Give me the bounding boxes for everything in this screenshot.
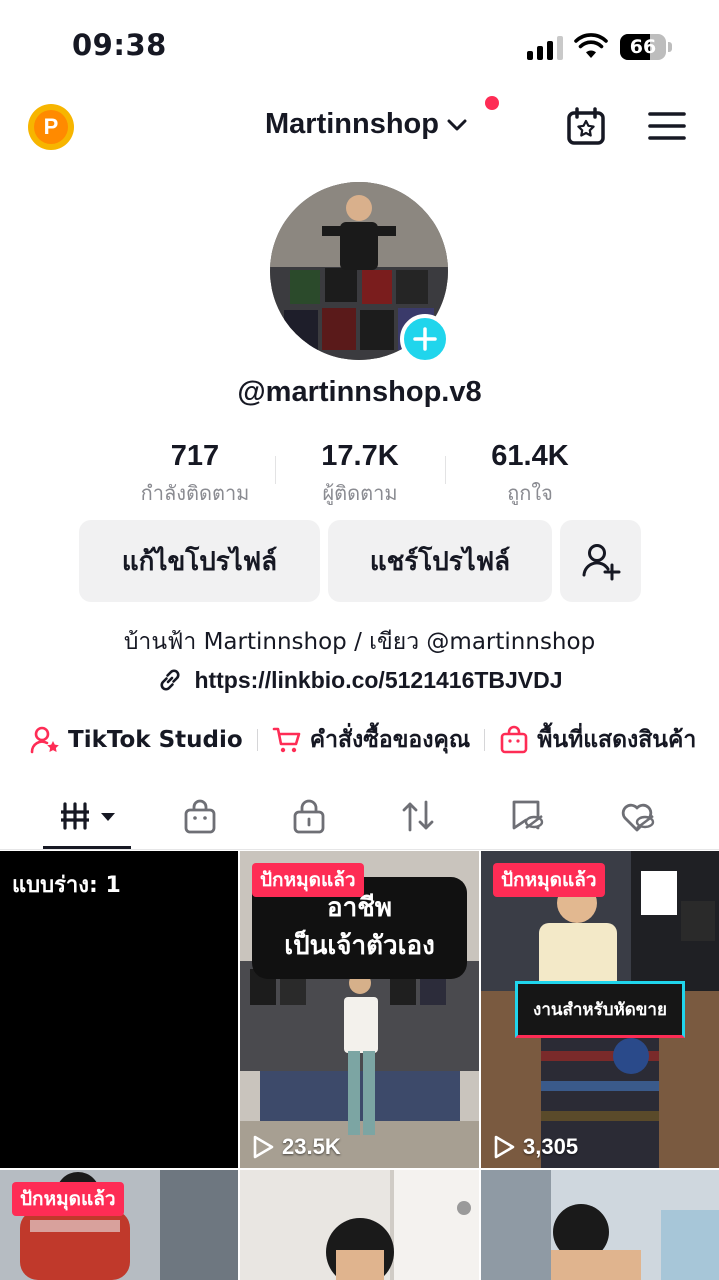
wifi-icon (574, 33, 608, 58)
likes-count: 61.4K (491, 440, 569, 472)
tab-shop[interactable] (180, 796, 220, 836)
pinned-badge: ปักหมุดแล้ว (252, 863, 364, 897)
view-count: 23.5K (252, 1134, 341, 1160)
private-lock-icon (293, 799, 325, 834)
caption-line: เป็นเจ้าตัวเอง (284, 931, 435, 961)
favorites-hidden-icon (512, 800, 544, 830)
shortcut-divider (256, 729, 258, 751)
status-time: 09:38 (72, 28, 167, 62)
tab-private[interactable] (289, 796, 329, 836)
repost-icon (402, 800, 434, 832)
drafts-tile[interactable]: แบบร่าง: 1 (0, 851, 238, 1168)
link-icon (160, 669, 180, 691)
following-stat[interactable]: 717 กำลังติดตาม (110, 440, 280, 509)
bio-link-text: https://linkbio.co/5121416TBJVDJ (194, 666, 563, 693)
video-thumbnail (481, 1170, 719, 1280)
bio-link[interactable]: https://linkbio.co/5121416TBJVDJ (0, 666, 719, 694)
profile-tabs (0, 784, 719, 850)
followers-stat[interactable]: 17.7K ผู้ติดตาม (275, 440, 445, 509)
pinned-badge: ปักหมุดแล้ว (12, 1182, 124, 1216)
account-switcher[interactable]: Martinnshop (265, 108, 469, 141)
followers-label: ผู้ติดตาม (322, 481, 398, 505)
add-story-button[interactable] (400, 314, 450, 364)
add-user-icon (582, 544, 620, 581)
followers-count: 17.7K (321, 440, 399, 472)
drafts-label: แบบร่าง: 1 (12, 873, 121, 898)
video-tile[interactable]: อาชีพ เป็นเจ้าตัวเอง ปักหมุดแล้ว 23.5K (240, 851, 479, 1168)
video-tile[interactable] (240, 1170, 479, 1280)
status-bar: 09:38 66 (0, 0, 719, 90)
videos-grid-icon (61, 802, 115, 830)
profile-stats: 717 กำลังติดตาม 17.7K ผู้ติดตาม 61.4K ถู… (110, 440, 610, 506)
tab-reposts[interactable] (398, 796, 438, 836)
pinned-badge: ปักหมุดแล้ว (493, 863, 605, 897)
chevron-down-icon (447, 119, 467, 130)
tiktok-studio-shortcut[interactable]: TikTok Studio (30, 725, 243, 755)
username: @martinnshop.v8 (237, 376, 482, 408)
cart-icon (272, 727, 301, 753)
creator-shortcuts: TikTok Studio คำสั่งซื้อของคุณ พื้นที่แส… (30, 720, 719, 760)
notification-dot (485, 96, 499, 110)
battery-icon: 66 (620, 34, 672, 60)
liked-hidden-icon (621, 803, 655, 832)
coin-icon: P (34, 110, 68, 144)
video-tile[interactable]: งานสำหรับหัดขาย ปักหมุดแล้ว 3,305 (481, 851, 719, 1168)
following-count: 717 (170, 440, 220, 472)
play-icon (253, 1135, 274, 1159)
likes-stat[interactable]: 61.4K ถูกใจ (445, 440, 615, 509)
tiktok-studio-label: TikTok Studio (68, 727, 243, 753)
plus-icon (413, 327, 437, 351)
shortcut-divider (484, 729, 486, 751)
orders-label: คำสั่งซื้อของคุณ (309, 727, 471, 753)
profile-bio: บ้านฟ้า Martinnshop / เขียว @martinnshop (123, 629, 596, 655)
share-profile-button[interactable]: แชร์โปรไฟล์ (328, 520, 552, 602)
add-friend-button[interactable] (560, 520, 641, 602)
shop-bag-icon (500, 725, 528, 754)
profile-header: P Martinnshop (0, 92, 719, 164)
edit-profile-button[interactable]: แก้ไขโปรไฟล์ (79, 520, 320, 602)
showcase-label: พื้นที่แสดงสินค้า (537, 727, 697, 753)
battery-level: 66 (629, 36, 657, 58)
account-name: Martinnshop (265, 108, 439, 140)
video-tile[interactable]: ปักหมุดแล้ว (0, 1170, 238, 1280)
person-star-icon (30, 726, 59, 754)
video-tag: งานสำหรับหัดขาย (515, 981, 685, 1038)
video-tile[interactable] (481, 1170, 719, 1280)
play-icon (494, 1135, 515, 1159)
view-count: 3,305 (493, 1134, 578, 1160)
view-count-value: 3,305 (523, 1134, 579, 1159)
video-grid: แบบร่าง: 1 อาชีพ เป็นเจ้าตัวเอง ปักหมุดแ… (0, 851, 719, 1280)
signal-icon (527, 36, 563, 60)
calendar-star-icon[interactable] (566, 106, 606, 146)
video-thumbnail (240, 1170, 479, 1280)
coins-button[interactable]: P (28, 104, 74, 150)
following-label: กำลังติดตาม (140, 481, 250, 505)
menu-icon[interactable] (648, 110, 686, 142)
active-tab-indicator (43, 846, 131, 849)
tab-liked[interactable] (617, 796, 657, 836)
tab-videos[interactable] (60, 796, 120, 836)
view-count-value: 23.5K (282, 1134, 341, 1159)
tab-favorites[interactable] (508, 796, 548, 836)
likes-label: ถูกใจ (507, 481, 553, 505)
orders-shortcut[interactable]: คำสั่งซื้อของคุณ (272, 722, 470, 758)
showcase-shortcut[interactable]: พื้นที่แสดงสินค้า (499, 722, 696, 758)
shop-icon (184, 799, 216, 834)
